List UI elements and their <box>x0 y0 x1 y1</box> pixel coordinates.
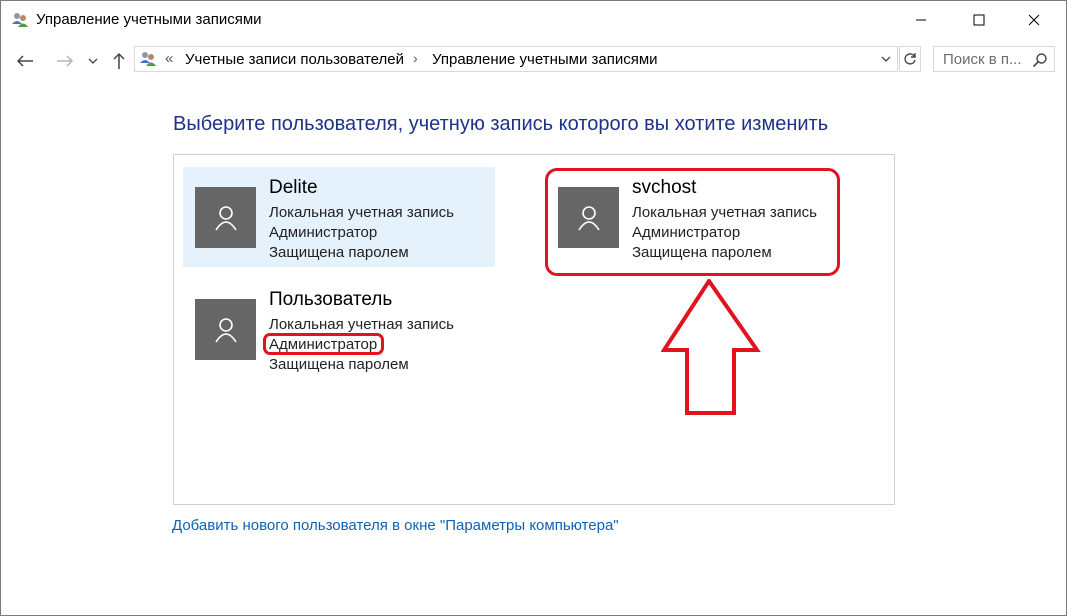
search-icon[interactable] <box>1032 52 1048 68</box>
annotation-highlight-svchost <box>545 168 840 276</box>
user-silhouette-icon <box>214 205 237 230</box>
back-arrow-icon <box>16 55 33 67</box>
add-new-user-link[interactable]: Добавить нового пользователя в окне "Пар… <box>172 517 619 534</box>
account-type: Локальная учетная запись <box>269 204 454 221</box>
account-name: Delite <box>269 177 318 198</box>
account-security: Защищена паролем <box>269 356 409 373</box>
title-bar: Управление учетными записями <box>1 1 1066 39</box>
account-card-delite[interactable]: Delite Локальная учетная запись Админист… <box>183 167 495 267</box>
account-security: Защищена паролем <box>269 244 409 261</box>
back-button[interactable] <box>13 49 37 73</box>
account-name: Пользователь <box>269 289 393 310</box>
up-arrow-icon <box>113 52 125 69</box>
minimize-icon <box>916 19 926 21</box>
users-icon <box>139 50 157 68</box>
address-dropdown-button[interactable] <box>877 51 895 67</box>
breadcrumb-separator[interactable]: › <box>413 50 418 66</box>
chevron-down-icon <box>881 56 891 62</box>
refresh-icon <box>904 53 916 65</box>
breadcrumb-user-accounts[interactable]: Учетные записи пользователей <box>185 51 404 68</box>
avatar <box>195 187 256 248</box>
account-type: Локальная учетная запись <box>269 316 454 333</box>
forward-button[interactable] <box>53 49 77 73</box>
close-icon <box>1028 14 1040 26</box>
window-title: Управление учетными записями <box>36 11 262 28</box>
annotation-highlight-admin <box>263 333 384 355</box>
close-button[interactable] <box>1011 1 1057 39</box>
refresh-button[interactable] <box>899 46 921 72</box>
forward-arrow-icon <box>57 55 74 67</box>
chevron-down-icon <box>88 58 98 64</box>
users-icon <box>11 11 29 29</box>
account-card-user[interactable]: Пользователь Локальная учетная запись Ад… <box>183 279 495 379</box>
breadcrumb-overflow[interactable]: « <box>165 50 173 67</box>
account-role: Администратор <box>269 224 378 241</box>
address-bar[interactable]: « Учетные записи пользователей › Управле… <box>134 46 898 72</box>
maximize-button[interactable] <box>956 1 1002 39</box>
avatar <box>195 299 256 360</box>
search-box[interactable]: Поиск в п... <box>933 46 1055 72</box>
breadcrumb-manage-accounts[interactable]: Управление учетными записями <box>432 51 658 68</box>
recent-locations-button[interactable] <box>83 49 103 73</box>
minimize-button[interactable] <box>898 1 944 39</box>
up-button[interactable] <box>107 49 131 73</box>
search-input[interactable]: Поиск в п... <box>943 51 1022 68</box>
maximize-icon <box>973 14 985 26</box>
window: Управление учетными записями « Учетные з… <box>0 0 1067 616</box>
page-heading: Выберите пользователя, учетную запись ко… <box>173 113 829 135</box>
user-silhouette-icon <box>214 317 237 342</box>
annotation-up-arrow-icon <box>661 279 761 415</box>
